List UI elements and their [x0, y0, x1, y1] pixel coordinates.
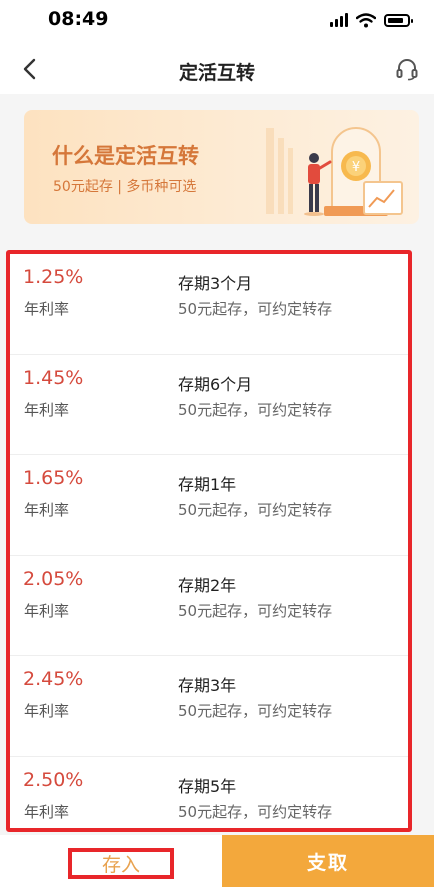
- rate-value: 1.45%: [23, 366, 84, 389]
- deposit-label: 存入: [101, 854, 140, 876]
- term-label: 存期3年: [178, 676, 237, 695]
- info-banner[interactable]: 什么是定活互转 50元起存 | 多币种可选 ¥: [24, 110, 419, 224]
- banner-illustration: ¥: [266, 127, 403, 216]
- term-description: 50元起存，可约定转存: [178, 501, 333, 519]
- banner-title: 什么是定活互转: [52, 144, 199, 168]
- rate-value: 2.50%: [23, 768, 84, 791]
- term-label: 存期2年: [178, 575, 237, 595]
- rate-value: 2.05%: [23, 567, 84, 590]
- term-label: 存期3个月: [178, 274, 253, 293]
- signal-icon: [330, 13, 348, 27]
- status-time: 08:49: [48, 8, 109, 30]
- rate-item[interactable]: 1.65% 年利率 存期1年 50元起存，可约定转存: [10, 455, 408, 556]
- page-title: 定活互转: [178, 62, 255, 84]
- rate-value: 1.65%: [23, 467, 84, 489]
- rate-label: 年利率: [24, 601, 70, 620]
- withdraw-button[interactable]: 支取: [222, 835, 434, 887]
- rate-item[interactable]: 1.25% 年利率 存期3个月 50元起存，可约定转存: [10, 254, 408, 355]
- rate-list: 1.25% 年利率 存期3个月 50元起存，可约定转存 1.45% 年利率 存期6个月 50元…: [10, 254, 408, 857]
- rate-item[interactable]: 2.05% 年利率 存期2年 50元起存，可约定转存: [10, 556, 408, 656]
- rate-label: 年利率: [24, 300, 70, 318]
- deposit-button[interactable]: 存入: [0, 835, 222, 887]
- status-icons: [330, 10, 413, 30]
- withdraw-label: 支取: [306, 851, 349, 874]
- term-description: 50元起存，可约定转存: [178, 702, 333, 720]
- term-description: 50元起存，可约定转存: [178, 601, 333, 620]
- bottom-action-bar: 存入 支取: [0, 835, 434, 887]
- rate-label: 年利率: [24, 702, 70, 720]
- term-label: 存期6个月: [178, 374, 253, 394]
- banner-subtitle: 50元起存 | 多币种可选: [53, 179, 197, 195]
- term-label: 存期1年: [178, 475, 237, 494]
- rate-label: 年利率: [24, 501, 70, 519]
- deposit-highlight: 存入: [68, 848, 174, 879]
- highlighted-rate-list: 1.25% 年利率 存期3个月 50元起存，可约定转存 1.45% 年利率 存期6个月 50元…: [6, 250, 412, 832]
- rate-value: 1.25%: [23, 266, 84, 288]
- term-description: 50元起存，可约定转存: [178, 400, 333, 419]
- battery-icon: [384, 13, 413, 27]
- rate-item[interactable]: 2.45% 年利率 存期3年 50元起存，可约定转存: [10, 656, 408, 757]
- term-description: 50元起存，可约定转存: [178, 802, 333, 821]
- nav-bar: 定活互转: [0, 44, 434, 94]
- customer-service-button[interactable]: [392, 54, 422, 84]
- rate-value: 2.45%: [23, 668, 84, 690]
- rate-label: 年利率: [24, 802, 70, 821]
- rate-label: 年利率: [24, 400, 70, 419]
- rate-item[interactable]: 1.45% 年利率 存期6个月 50元起存，可约定转存: [10, 355, 408, 455]
- wifi-icon: [356, 12, 376, 27]
- term-description: 50元起存，可约定转存: [178, 300, 333, 318]
- svg-text:¥: ¥: [352, 160, 360, 175]
- status-bar: 08:49: [0, 0, 434, 44]
- headset-icon: [396, 59, 418, 81]
- term-label: 存期5年: [178, 776, 237, 796]
